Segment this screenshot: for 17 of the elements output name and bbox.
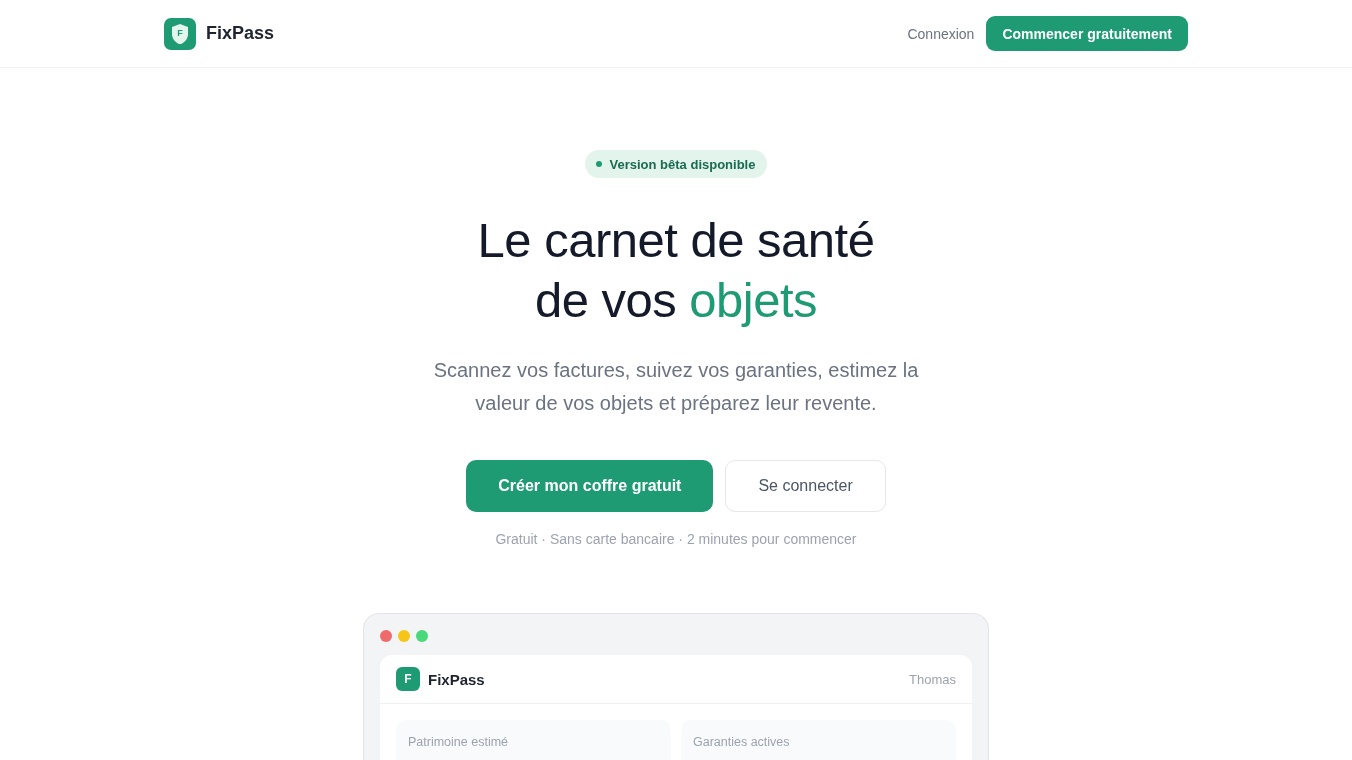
- shield-icon: [172, 23, 188, 44]
- stat-label: Patrimoine estimé: [408, 735, 509, 749]
- create-vault-button[interactable]: Créer mon coffre gratuit: [466, 460, 714, 512]
- stat-label: Garanties actives: [693, 735, 790, 749]
- sign-in-button[interactable]: Se connecter: [725, 460, 886, 512]
- hero-note: Gratuit · Sans carte bancaire · 2 minutes pour commencer: [495, 530, 857, 549]
- status-dot-icon: [595, 161, 602, 167]
- login-link[interactable]: Connexion: [907, 25, 975, 42]
- version-label: Version bêta disponible: [609, 156, 756, 172]
- hero-description: Scannez vos factures, suivez vos garanties, estimez la valeur de vos objets et préparez leur revente.: [432, 358, 920, 416]
- app-name: FixPass: [428, 670, 485, 688]
- app-logo-mark: F: [396, 667, 420, 691]
- brand-name: FixPass: [206, 23, 275, 44]
- get-started-button[interactable]: Commencer gratuitement: [986, 16, 1188, 51]
- user-name: Thomas: [909, 671, 956, 687]
- hero-heading: Le carnet de santé de vos objets: [476, 212, 876, 329]
- logo-letter: F: [177, 28, 183, 38]
